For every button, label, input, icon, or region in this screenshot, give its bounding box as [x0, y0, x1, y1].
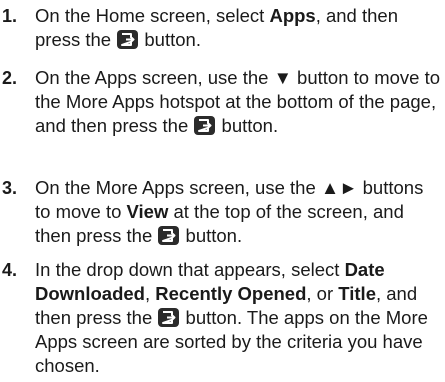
step-text-run: button. — [139, 29, 201, 50]
enter-button-icon — [158, 308, 180, 327]
step-number: 3. — [2, 178, 18, 198]
step-text-run: In the drop down that appears, select — [35, 259, 345, 280]
enter-button-icon — [194, 116, 216, 135]
step-text: On the Home screen, select Apps, and the… — [35, 4, 440, 52]
ui-term: Apps — [269, 5, 316, 26]
step-number: 4. — [2, 260, 18, 280]
step-text-run: button. — [180, 225, 243, 246]
step-number: 1. — [2, 6, 18, 26]
step-text-run: , — [144, 283, 156, 304]
step-text: In the drop down that appears, select Da… — [35, 258, 440, 378]
enter-button-icon — [117, 30, 139, 49]
step-text-run: On the Home screen, select — [35, 5, 270, 26]
ui-term: View — [126, 201, 169, 222]
step-text-run: button. — [216, 115, 279, 136]
ui-term: Title — [338, 283, 376, 304]
step-text: On the Apps screen, use the ▼ button to … — [35, 66, 440, 138]
step-text-run: , or — [306, 283, 339, 304]
step-text: On the More Apps screen, use the ▲► butt… — [35, 176, 440, 248]
step-number: 2. — [2, 68, 18, 88]
enter-button-icon — [158, 226, 180, 245]
ui-term: Recently Opened — [155, 283, 307, 304]
